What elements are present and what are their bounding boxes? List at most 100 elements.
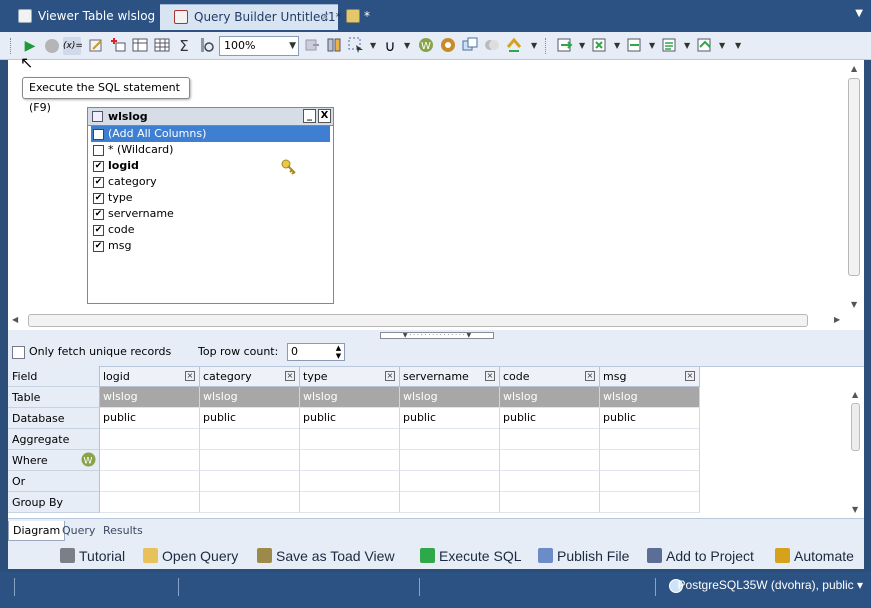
grid-cell[interactable] xyxy=(600,471,700,492)
column-row[interactable]: ✔ code xyxy=(88,222,333,238)
tab-query-builder[interactable]: Query Builder Untitled1* ✕ xyxy=(160,4,342,30)
scroll-down-icon[interactable]: ▼ xyxy=(851,300,857,309)
refresh-button[interactable] xyxy=(505,37,523,55)
grid-cell[interactable]: wlslog xyxy=(500,387,600,408)
close-tab-icon[interactable]: ✕ xyxy=(320,5,330,29)
grid-cell[interactable] xyxy=(100,492,200,513)
grid-column-field[interactable]: type × xyxy=(300,367,400,387)
grid-cell[interactable] xyxy=(500,429,600,450)
grid-cell[interactable] xyxy=(300,429,400,450)
column-row[interactable]: ✔ msg xyxy=(88,238,333,254)
grid-cell[interactable] xyxy=(500,471,600,492)
chevron-down-icon[interactable]: ▼ xyxy=(719,41,725,50)
tab-viewer-table[interactable]: Viewer Table wlslog xyxy=(4,4,156,30)
chevron-down-icon[interactable]: ▼ xyxy=(614,41,620,50)
grid-cell[interactable]: public xyxy=(100,408,200,429)
minimize-button[interactable]: _ xyxy=(303,109,316,123)
subquery-button[interactable] xyxy=(461,37,479,55)
tab-results[interactable]: Results xyxy=(99,521,147,541)
remove-column-icon[interactable]: × xyxy=(485,371,495,381)
grid-column-field[interactable]: code × xyxy=(500,367,600,387)
chevron-down-icon[interactable]: ▼ xyxy=(649,41,655,50)
grid-cell[interactable] xyxy=(600,429,700,450)
grid-cell[interactable] xyxy=(200,450,300,471)
grid-cell[interactable] xyxy=(200,471,300,492)
grid-cell[interactable] xyxy=(500,450,600,471)
union-button[interactable]: ∪ xyxy=(381,37,399,55)
grid-cell[interactable] xyxy=(600,450,700,471)
scroll-left-icon[interactable]: ◀ xyxy=(12,315,18,324)
close-button[interactable]: X xyxy=(318,109,331,123)
grid-cell[interactable] xyxy=(500,492,600,513)
having-button[interactable] xyxy=(439,37,457,55)
remove-column-icon[interactable]: × xyxy=(685,371,695,381)
table-properties-button[interactable] xyxy=(131,37,149,55)
grid-cell[interactable]: wlslog xyxy=(300,387,400,408)
aggregate-button[interactable]: Σ xyxy=(175,37,193,55)
save-as-toad-view-button[interactable]: Save as Toad View xyxy=(257,546,395,566)
remove-column-icon[interactable]: × xyxy=(285,371,295,381)
grid-cell[interactable] xyxy=(600,492,700,513)
preview-button[interactable] xyxy=(197,37,215,55)
tutorial-button[interactable]: Tutorial xyxy=(60,546,125,566)
grid-cell[interactable]: public xyxy=(200,408,300,429)
stop-button[interactable] xyxy=(43,37,61,55)
grid-cell[interactable]: public xyxy=(500,408,600,429)
diagram-horizontal-scroll-thumb[interactable] xyxy=(28,314,808,327)
chevron-down-icon[interactable]: ▼ xyxy=(531,41,537,50)
add-to-project-button[interactable]: Add to Project xyxy=(647,546,754,566)
grid-cell[interactable]: wlslog xyxy=(600,387,700,408)
column-row[interactable]: ✔ type xyxy=(88,190,333,206)
column-checkbox[interactable]: ✔ xyxy=(93,193,104,204)
tab-list-dropdown-icon[interactable]: ▼ xyxy=(855,8,863,19)
column-checkbox[interactable]: ✔ xyxy=(93,161,104,172)
grid-vertical-scroll-thumb[interactable] xyxy=(851,403,860,451)
splitter-handle[interactable]: ▼ · · · · · · · · · · · · · · · ▼ xyxy=(380,332,494,339)
remove-column-icon[interactable]: × xyxy=(185,371,195,381)
grid-column-field[interactable]: category × xyxy=(200,367,300,387)
report-button[interactable] xyxy=(661,37,679,55)
select-button[interactable] xyxy=(347,37,365,55)
scroll-right-icon[interactable]: ▶ xyxy=(834,315,840,324)
spinner-icon[interactable]: ▲ ▼ xyxy=(333,344,344,360)
grid-cell[interactable] xyxy=(100,429,200,450)
column-checkbox[interactable]: ✔ xyxy=(93,225,104,236)
scroll-up-icon[interactable]: ▲ xyxy=(852,390,858,399)
where-button[interactable]: W xyxy=(417,37,435,55)
add-table-button[interactable] xyxy=(109,37,127,55)
variables-button[interactable]: (x)= xyxy=(63,37,83,55)
column-checkbox[interactable] xyxy=(93,145,104,156)
column-checkbox[interactable]: ✔ xyxy=(93,209,104,220)
zoom-select[interactable]: 100% ▼ xyxy=(219,36,299,56)
grid-cell[interactable]: wlslog xyxy=(400,387,500,408)
join-button[interactable] xyxy=(483,37,501,55)
grid-cell[interactable]: public xyxy=(300,408,400,429)
table-box-header[interactable]: wlslog _ X xyxy=(88,108,333,126)
column-row[interactable]: * (Wildcard) xyxy=(88,142,333,158)
column-row[interactable]: ✔ category xyxy=(88,174,333,190)
where-icon[interactable]: W xyxy=(81,452,96,467)
grid-column-field[interactable]: logid × xyxy=(100,367,200,387)
grid-cell[interactable] xyxy=(200,429,300,450)
column-checkbox[interactable]: ✔ xyxy=(93,177,104,188)
toolbar-overflow-icon[interactable]: ▼ xyxy=(735,41,741,50)
arrange-button[interactable] xyxy=(303,37,321,55)
chevron-down-icon[interactable]: ▼ xyxy=(684,41,690,50)
grid-column-field[interactable]: msg × xyxy=(600,367,700,387)
import-button[interactable] xyxy=(591,37,609,55)
grid-cell[interactable] xyxy=(300,492,400,513)
send-button[interactable] xyxy=(696,37,714,55)
diagram-vertical-scroll-thumb[interactable] xyxy=(848,78,860,276)
tab-query[interactable]: Query xyxy=(58,521,99,541)
chevron-down-icon[interactable]: ▼ xyxy=(404,41,410,50)
connection-selector[interactable]: PostgreSQL35W (dvohra), public ▾ xyxy=(678,578,863,592)
column-row[interactable]: ✔ (Add All Columns) xyxy=(91,126,330,142)
column-checkbox[interactable]: ✔ xyxy=(93,241,104,252)
grid-cell[interactable] xyxy=(300,450,400,471)
grid-cell[interactable] xyxy=(300,471,400,492)
grid-cell[interactable] xyxy=(400,492,500,513)
grid-cell[interactable] xyxy=(100,450,200,471)
scroll-down-icon[interactable]: ▼ xyxy=(852,505,858,514)
grid-cell[interactable]: wlslog xyxy=(200,387,300,408)
grid-column-field[interactable]: servername × xyxy=(400,367,500,387)
